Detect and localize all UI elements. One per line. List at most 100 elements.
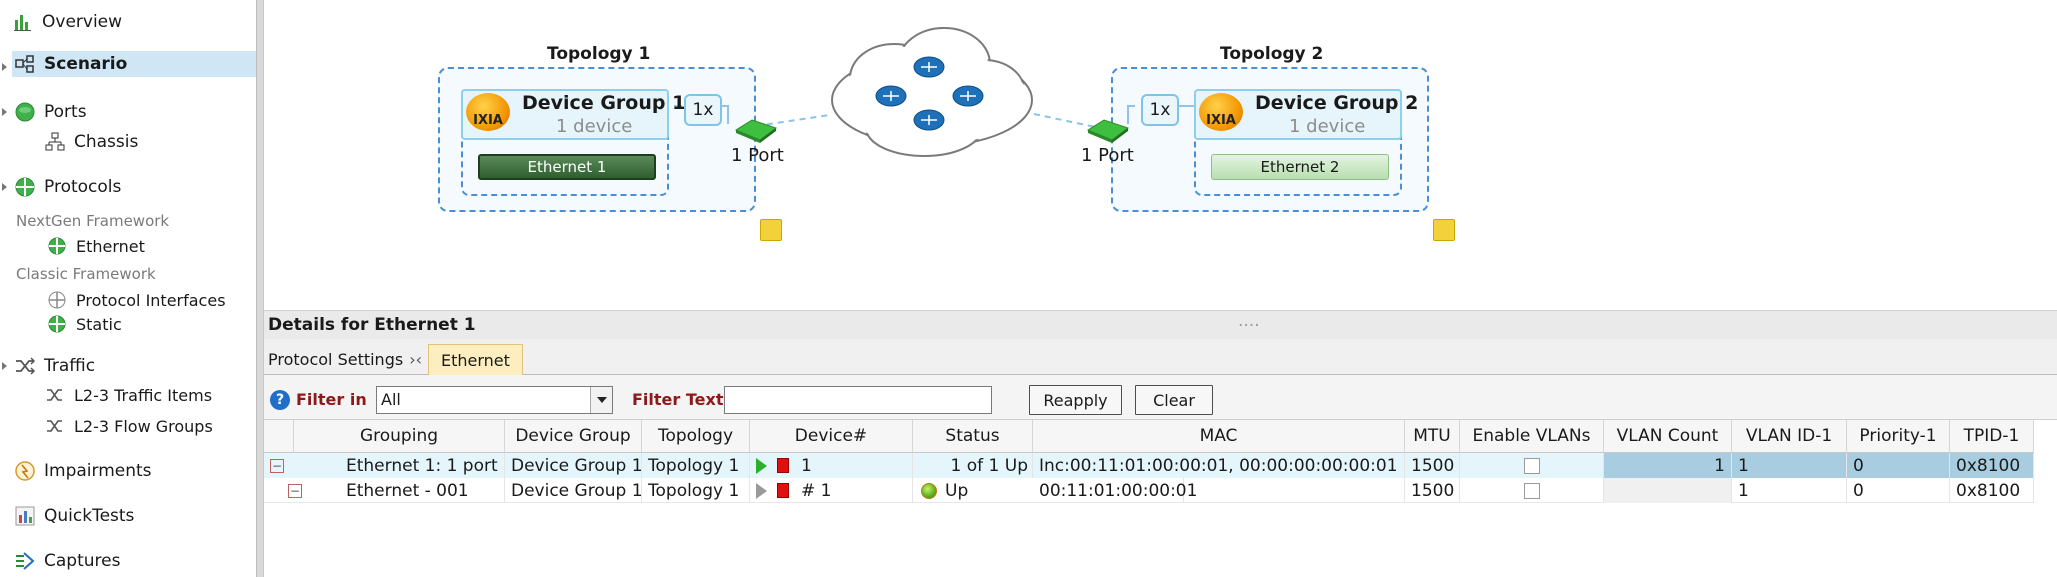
sidebar-label: Protocols xyxy=(44,177,122,197)
chevron-down-icon[interactable] xyxy=(590,387,612,413)
sidebar-item-l23-traffic-items[interactable]: L2-3 Traffic Items xyxy=(44,382,212,408)
cell-device-group: Device Group 1 xyxy=(505,453,642,478)
expand-arrow-icon[interactable] xyxy=(2,362,7,370)
port-2-icon[interactable] xyxy=(1086,112,1130,144)
filter-bar: ? Filter in All Filter Text Reapply Clea… xyxy=(264,375,2057,420)
status-value: Up xyxy=(945,480,969,501)
table-row[interactable]: − Ethernet 1: 1 port Device Group 1 Topo… xyxy=(264,453,2034,478)
topology-1-title: Topology 1 xyxy=(547,44,651,64)
stop-square-icon[interactable] xyxy=(777,483,789,498)
sidebar-item-protocol-interfaces[interactable]: Protocol Interfaces xyxy=(46,287,226,313)
column-header-status[interactable]: Status xyxy=(913,420,1033,453)
sidebar-item-quicktests[interactable]: QuickTests xyxy=(14,503,134,529)
column-header-vlan-count[interactable]: VLAN Count xyxy=(1604,420,1732,453)
sidebar-item-traffic[interactable]: Traffic xyxy=(14,353,95,379)
ixia-logo-icon: IXIA xyxy=(466,93,510,131)
filter-text-input[interactable] xyxy=(724,386,992,414)
column-header-enable-vlans[interactable]: Enable VLANs xyxy=(1460,420,1604,453)
column-header-vlan-id[interactable]: VLAN ID-1 xyxy=(1732,420,1847,453)
table-row[interactable]: − Ethernet - 001 Device Group 1 Topology… xyxy=(264,478,2034,503)
enable-vlans-checkbox[interactable] xyxy=(1523,457,1540,474)
impairment-icon xyxy=(14,460,36,482)
sidebar-label: Captures xyxy=(44,551,121,571)
chevron-left-icon: ‹ xyxy=(415,350,422,369)
enable-vlans-checkbox[interactable] xyxy=(1523,482,1540,499)
expand-arrow-icon[interactable] xyxy=(2,183,7,191)
ixia-logo-icon: IXIA xyxy=(1199,93,1243,131)
traffic-shuffle-icon xyxy=(14,355,36,377)
multiplier-2-badge[interactable]: 1x xyxy=(1141,94,1179,126)
multiplier-1-badge[interactable]: 1x xyxy=(684,94,722,126)
cell-vlan-id[interactable]: 1 xyxy=(1732,453,1847,478)
reapply-button[interactable]: Reapply xyxy=(1029,385,1122,415)
column-header-tpid[interactable]: TPID-1 xyxy=(1950,420,2034,453)
sidebar-item-protocols[interactable]: Protocols xyxy=(14,174,121,200)
sidebar-item-scenario[interactable]: Scenario xyxy=(12,51,256,77)
cell-vlan-count[interactable]: 1 xyxy=(1604,453,1732,478)
grid-header-spacer xyxy=(264,420,294,453)
column-header-mtu[interactable]: MTU xyxy=(1405,420,1460,453)
cell-mac[interactable]: 00:11:01:00:00:01 xyxy=(1033,478,1405,503)
tab-protocol-settings[interactable]: Protocol Settings › ‹ xyxy=(264,344,434,375)
note-icon[interactable] xyxy=(760,219,782,241)
column-header-device-group[interactable]: Device Group xyxy=(505,420,642,453)
port-sphere-icon xyxy=(14,101,36,123)
stop-square-icon[interactable] xyxy=(777,458,789,473)
cell-mtu[interactable]: 1500 xyxy=(1405,478,1460,503)
cell-enable-vlans xyxy=(1460,453,1604,478)
sidebar-label: QuickTests xyxy=(44,506,135,526)
ethernet-2-stack[interactable]: Ethernet 2 xyxy=(1211,154,1389,180)
start-play-icon[interactable] xyxy=(756,457,767,474)
port-1-label: 1 Port xyxy=(731,145,784,166)
tab-ethernet[interactable]: Ethernet xyxy=(428,344,523,375)
expand-arrow-icon[interactable] xyxy=(2,63,7,71)
details-tabs: Protocol Settings › ‹ Ethernet xyxy=(264,339,2057,375)
device-num-value: # 1 xyxy=(801,480,832,501)
sidebar-item-captures[interactable]: Captures xyxy=(14,548,120,574)
cell-priority[interactable]: 0 xyxy=(1847,453,1950,478)
cell-mtu[interactable]: 1500 xyxy=(1405,453,1460,478)
bar-chart-icon xyxy=(12,11,34,33)
column-header-priority[interactable]: Priority-1 xyxy=(1847,420,1950,453)
ethernet-1-stack[interactable]: Ethernet 1 xyxy=(478,154,656,180)
cell-tpid[interactable]: 0x8100 xyxy=(1950,478,2034,503)
sidebar-label: Traffic xyxy=(44,356,96,376)
column-header-topology[interactable]: Topology xyxy=(642,420,750,453)
sidebar-item-ethernet[interactable]: Ethernet xyxy=(46,233,145,259)
cell-device-num: 1 xyxy=(750,453,913,478)
port-1-icon[interactable] xyxy=(734,112,778,144)
cell-vlan-id[interactable]: 1 xyxy=(1732,478,1847,503)
cell-tpid[interactable]: 0x8100 xyxy=(1950,453,2034,478)
cell-vlan-count xyxy=(1604,478,1732,503)
navigation-sidebar: Overview Scenario Ports Chassis Protocol… xyxy=(0,0,258,577)
device-num-value: 1 xyxy=(801,455,812,476)
column-header-device-num[interactable]: Device# xyxy=(750,420,913,453)
clear-button[interactable]: Clear xyxy=(1135,385,1213,415)
cell-grouping: Ethernet 1: 1 port xyxy=(294,453,505,478)
sidebar-label: Overview xyxy=(42,12,123,32)
cell-priority[interactable]: 0 xyxy=(1847,478,1950,503)
sidebar-label: L2-3 Traffic Items xyxy=(74,385,213,405)
sidebar-item-chassis[interactable]: Chassis xyxy=(44,129,138,155)
capture-icon xyxy=(14,550,36,572)
sidebar-item-overview[interactable]: Overview xyxy=(12,9,122,35)
cell-mac[interactable]: Inc:00:11:01:00:00:01, 00:00:00:00:00:01 xyxy=(1033,453,1405,478)
splitter-grip[interactable]: .... xyxy=(1238,311,1260,331)
sidebar-item-static[interactable]: Static xyxy=(46,311,122,337)
column-header-mac[interactable]: MAC xyxy=(1033,420,1405,453)
sidebar-splitter[interactable] xyxy=(256,0,264,577)
sidebar-label: Chassis xyxy=(74,132,139,152)
sidebar-item-ports[interactable]: Ports xyxy=(14,99,87,125)
collapse-toggle[interactable]: − xyxy=(270,453,294,478)
sidebar-item-l23-flow-groups[interactable]: L2-3 Flow Groups xyxy=(44,413,213,439)
device-group-1-name: Device Group 1 xyxy=(522,92,686,114)
cell-enable-vlans xyxy=(1460,478,1604,503)
column-header-grouping[interactable]: Grouping xyxy=(294,420,505,453)
start-play-icon[interactable] xyxy=(756,482,767,499)
help-icon[interactable]: ? xyxy=(270,390,290,410)
expand-arrow-icon[interactable] xyxy=(2,108,7,116)
sidebar-item-impairments[interactable]: Impairments xyxy=(14,458,152,484)
filter-in-select[interactable]: All xyxy=(376,386,613,414)
note-icon[interactable] xyxy=(1433,219,1455,241)
network-cloud-icon[interactable] xyxy=(824,20,1040,162)
